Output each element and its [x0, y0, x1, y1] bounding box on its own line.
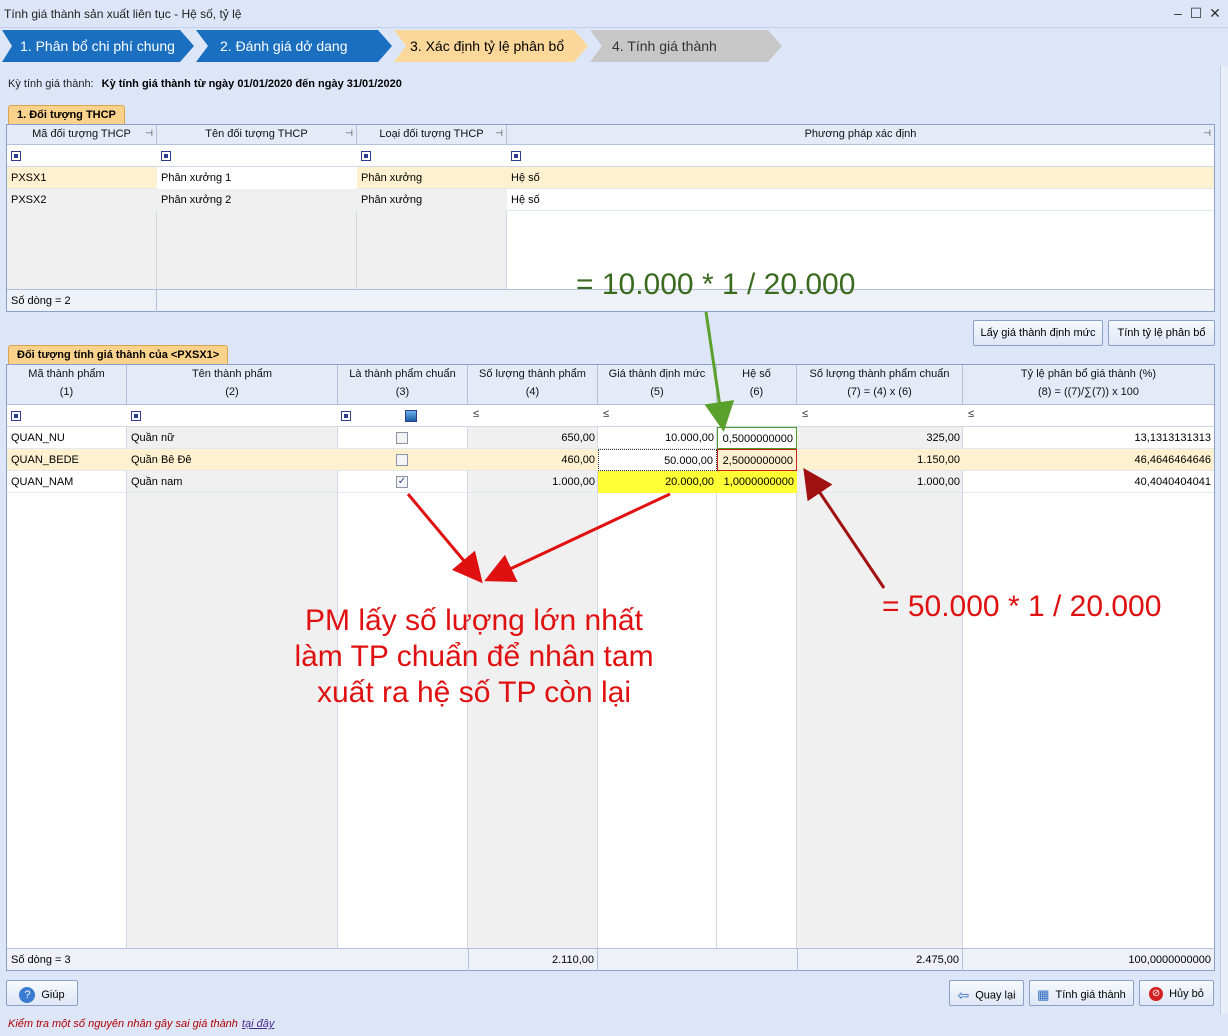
calculator-icon: ▦: [1037, 987, 1050, 1002]
calc-cost-button[interactable]: ▦ Tính giá thành: [1029, 980, 1134, 1006]
status-text: Kiểm tra một số nguyên nhân gây sai giá …: [8, 1018, 238, 1030]
note-line: PM lấy số lượng lớn nhất: [305, 604, 643, 637]
status-bar: Kiểm tra một số nguyên nhân gây sai giá …: [0, 1014, 1228, 1036]
cancel-label: Hủy bỏ: [1169, 987, 1204, 1000]
annotation-arrows: [406, 311, 886, 589]
green-formula-annotation: = 10.000 * 1 / 20.000: [576, 268, 856, 301]
red-formula-annotation: = 50.000 * 1 / 20.000: [882, 590, 1162, 623]
cancel-icon: ⊘: [1149, 987, 1164, 1001]
help-button[interactable]: ? Giúp: [6, 980, 78, 1006]
note-line: làm TP chuẩn để nhân tam: [294, 640, 654, 673]
back-button[interactable]: ⇦ Quay lại: [949, 980, 1024, 1006]
help-icon: ?: [19, 987, 36, 1003]
calc-cost-label: Tính giá thành: [1055, 988, 1126, 1001]
note-annotation: PM lấy số lượng lớn nhất làm TP chuẩn để…: [264, 603, 684, 711]
cancel-button[interactable]: ⊘ Hủy bỏ: [1139, 980, 1214, 1006]
arrow-left-icon: ⇦: [957, 987, 970, 1003]
back-label: Quay lại: [975, 989, 1016, 1002]
scrollbar[interactable]: [1220, 66, 1228, 1016]
note-line: xuất ra hệ số TP còn lại: [316, 676, 632, 709]
status-link[interactable]: tại đây: [242, 1018, 274, 1030]
help-label: Giúp: [41, 988, 65, 1001]
